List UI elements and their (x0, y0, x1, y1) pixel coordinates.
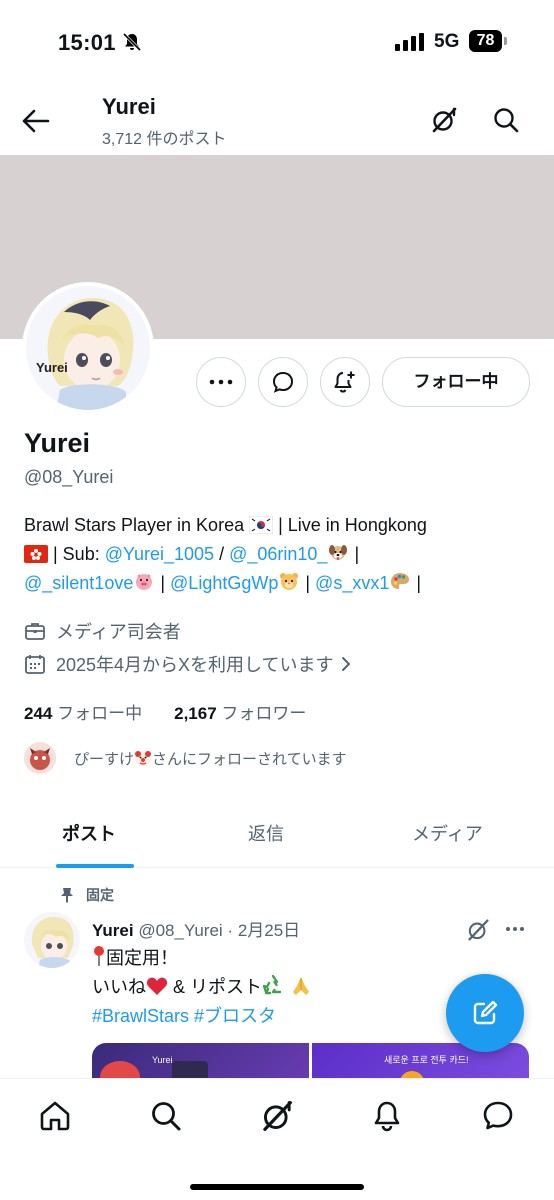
bio-text: | (349, 544, 360, 564)
pinned-label: 固定 (86, 887, 114, 903)
post-image-text: 새로운 프로 전투 카드! (384, 1055, 469, 1065)
bell-icon[interactable] (370, 1099, 404, 1133)
following-count: 244 (24, 704, 53, 723)
mention-link[interactable]: @LightGgWp (170, 573, 278, 593)
bio-text: | Sub: (48, 544, 105, 564)
grok-icon[interactable] (466, 918, 490, 942)
battery-tip (504, 37, 507, 45)
bio-text: | Live in Hongkong (273, 515, 427, 535)
palette-emoji-icon (389, 570, 411, 592)
pinned-label-row: 固定 (60, 885, 114, 905)
header-title: Yurei (102, 94, 156, 119)
tab-replies[interactable]: 返信 (248, 820, 284, 846)
message-icon (272, 371, 294, 393)
message-button[interactable] (258, 357, 308, 407)
bio-text: / (214, 544, 230, 564)
heart-emoji-icon (146, 976, 168, 996)
bottom-nav (0, 1078, 554, 1200)
post-more-icon[interactable] (504, 918, 526, 940)
status-time: 15:01 (58, 30, 116, 55)
notification-add-button[interactable] (320, 357, 370, 407)
tab-posts[interactable]: ポスト (62, 820, 116, 846)
tab-media[interactable]: メディア (412, 820, 483, 846)
bio-text: | (155, 573, 171, 593)
following-button[interactable]: フォロー中 (382, 357, 530, 407)
status-bar: 15:01 5G 78 (0, 0, 554, 86)
more-icon (209, 379, 233, 385)
following-link[interactable]: 244 フォロー中 (24, 699, 142, 724)
bio-text: | (300, 573, 316, 593)
grok-icon[interactable] (430, 106, 458, 134)
bio-text: | (411, 573, 422, 593)
post-count: 3,712 件のポスト (102, 131, 227, 148)
post-body: 固定用！ いいね & リポスト #BrawlStars #ブロスタ (92, 944, 492, 1031)
followers-link[interactable]: 2,167 フォロワー (174, 699, 306, 724)
mention-link[interactable]: @s_xvx1 (315, 573, 389, 593)
post-author-avatar[interactable] (24, 912, 80, 968)
post-date[interactable]: 2月25日 (238, 921, 300, 940)
hashtag-links[interactable]: #BrawlStars #ブロスタ (92, 1006, 276, 1026)
dog-emoji-icon (327, 541, 349, 563)
mention-link[interactable]: @Yurei_1005 (105, 544, 214, 564)
post-line: 固定用！ (106, 948, 178, 968)
recycle-emoji-icon (262, 974, 284, 996)
profession-text: メディア司会者 (56, 622, 181, 642)
active-tab-indicator (56, 864, 134, 868)
profile-handle: @08_Yurei (24, 467, 114, 487)
followed-by-text: ぴーすけ さんにフォローされています (74, 749, 347, 768)
signal-icon (395, 33, 427, 51)
avatar-label: Yurei (36, 360, 68, 375)
mention-link[interactable]: @_06rin10_ (229, 544, 327, 564)
folded-hands-emoji-icon (289, 974, 313, 996)
post-author-name[interactable]: Yurei (92, 921, 134, 940)
post-image-text: Yurei (152, 1055, 173, 1065)
hongkong-flag-icon (24, 545, 48, 563)
post-line: & リポスト (168, 977, 263, 997)
post-header: Yurei @08_Yurei · 2月25日 (92, 921, 301, 940)
compose-icon (473, 1000, 498, 1025)
notification-add-icon (334, 371, 355, 393)
joined-row[interactable]: 2025年4月からXを利用しています (24, 651, 352, 677)
post-line: いいね (92, 977, 146, 997)
follower-avatar (24, 742, 56, 774)
chevron-right-icon (340, 655, 352, 673)
grok-nav-icon[interactable] (260, 1099, 294, 1133)
round-pushpin-emoji-icon (92, 945, 106, 967)
followers-count: 2,167 (174, 704, 217, 723)
back-arrow-icon[interactable] (20, 106, 54, 136)
bio-text: Brawl Stars Player in Korea (24, 515, 250, 535)
pin-icon (60, 887, 74, 903)
network-type: 5G (434, 31, 460, 52)
search-nav-icon[interactable] (149, 1099, 183, 1133)
hamster-emoji-icon (278, 570, 300, 592)
calendar-icon (24, 653, 46, 675)
profile-tabs: ポスト 返信 メディア (0, 806, 554, 868)
compose-button[interactable] (446, 974, 524, 1052)
battery-level: 78 (469, 30, 502, 52)
bell-muted-icon (122, 32, 142, 52)
joined-text: 2025年4月からXを利用しています (56, 655, 334, 675)
messages-nav-icon[interactable] (481, 1099, 515, 1133)
pig-emoji-icon (133, 570, 155, 592)
followers-label: フォロワー (221, 704, 307, 723)
following-label: フォロー中 (57, 704, 143, 723)
korea-flag-icon (249, 516, 274, 534)
follow-stats: 244 フォロー中 2,167 フォロワー (24, 699, 306, 724)
display-name: Yurei (24, 428, 91, 458)
briefcase-icon (24, 620, 46, 642)
home-indicator (190, 1184, 364, 1190)
clown-emoji-icon (134, 749, 152, 767)
more-button[interactable] (196, 357, 246, 407)
home-icon[interactable] (38, 1099, 72, 1133)
profession-row: メディア司会者 (24, 618, 181, 644)
followed-by-row[interactable]: ぴーすけ さんにフォローされています (24, 742, 347, 774)
mention-link[interactable]: @_silent1ove (24, 573, 133, 593)
search-icon[interactable] (492, 106, 520, 134)
profile-header: Yurei 3,712 件のポスト (0, 86, 554, 154)
post-author-handle: @08_Yurei (138, 921, 223, 940)
profile-bio: Brawl Stars Player in Korea | Live in Ho… (24, 511, 534, 598)
profile-avatar[interactable]: Yurei (22, 282, 154, 414)
